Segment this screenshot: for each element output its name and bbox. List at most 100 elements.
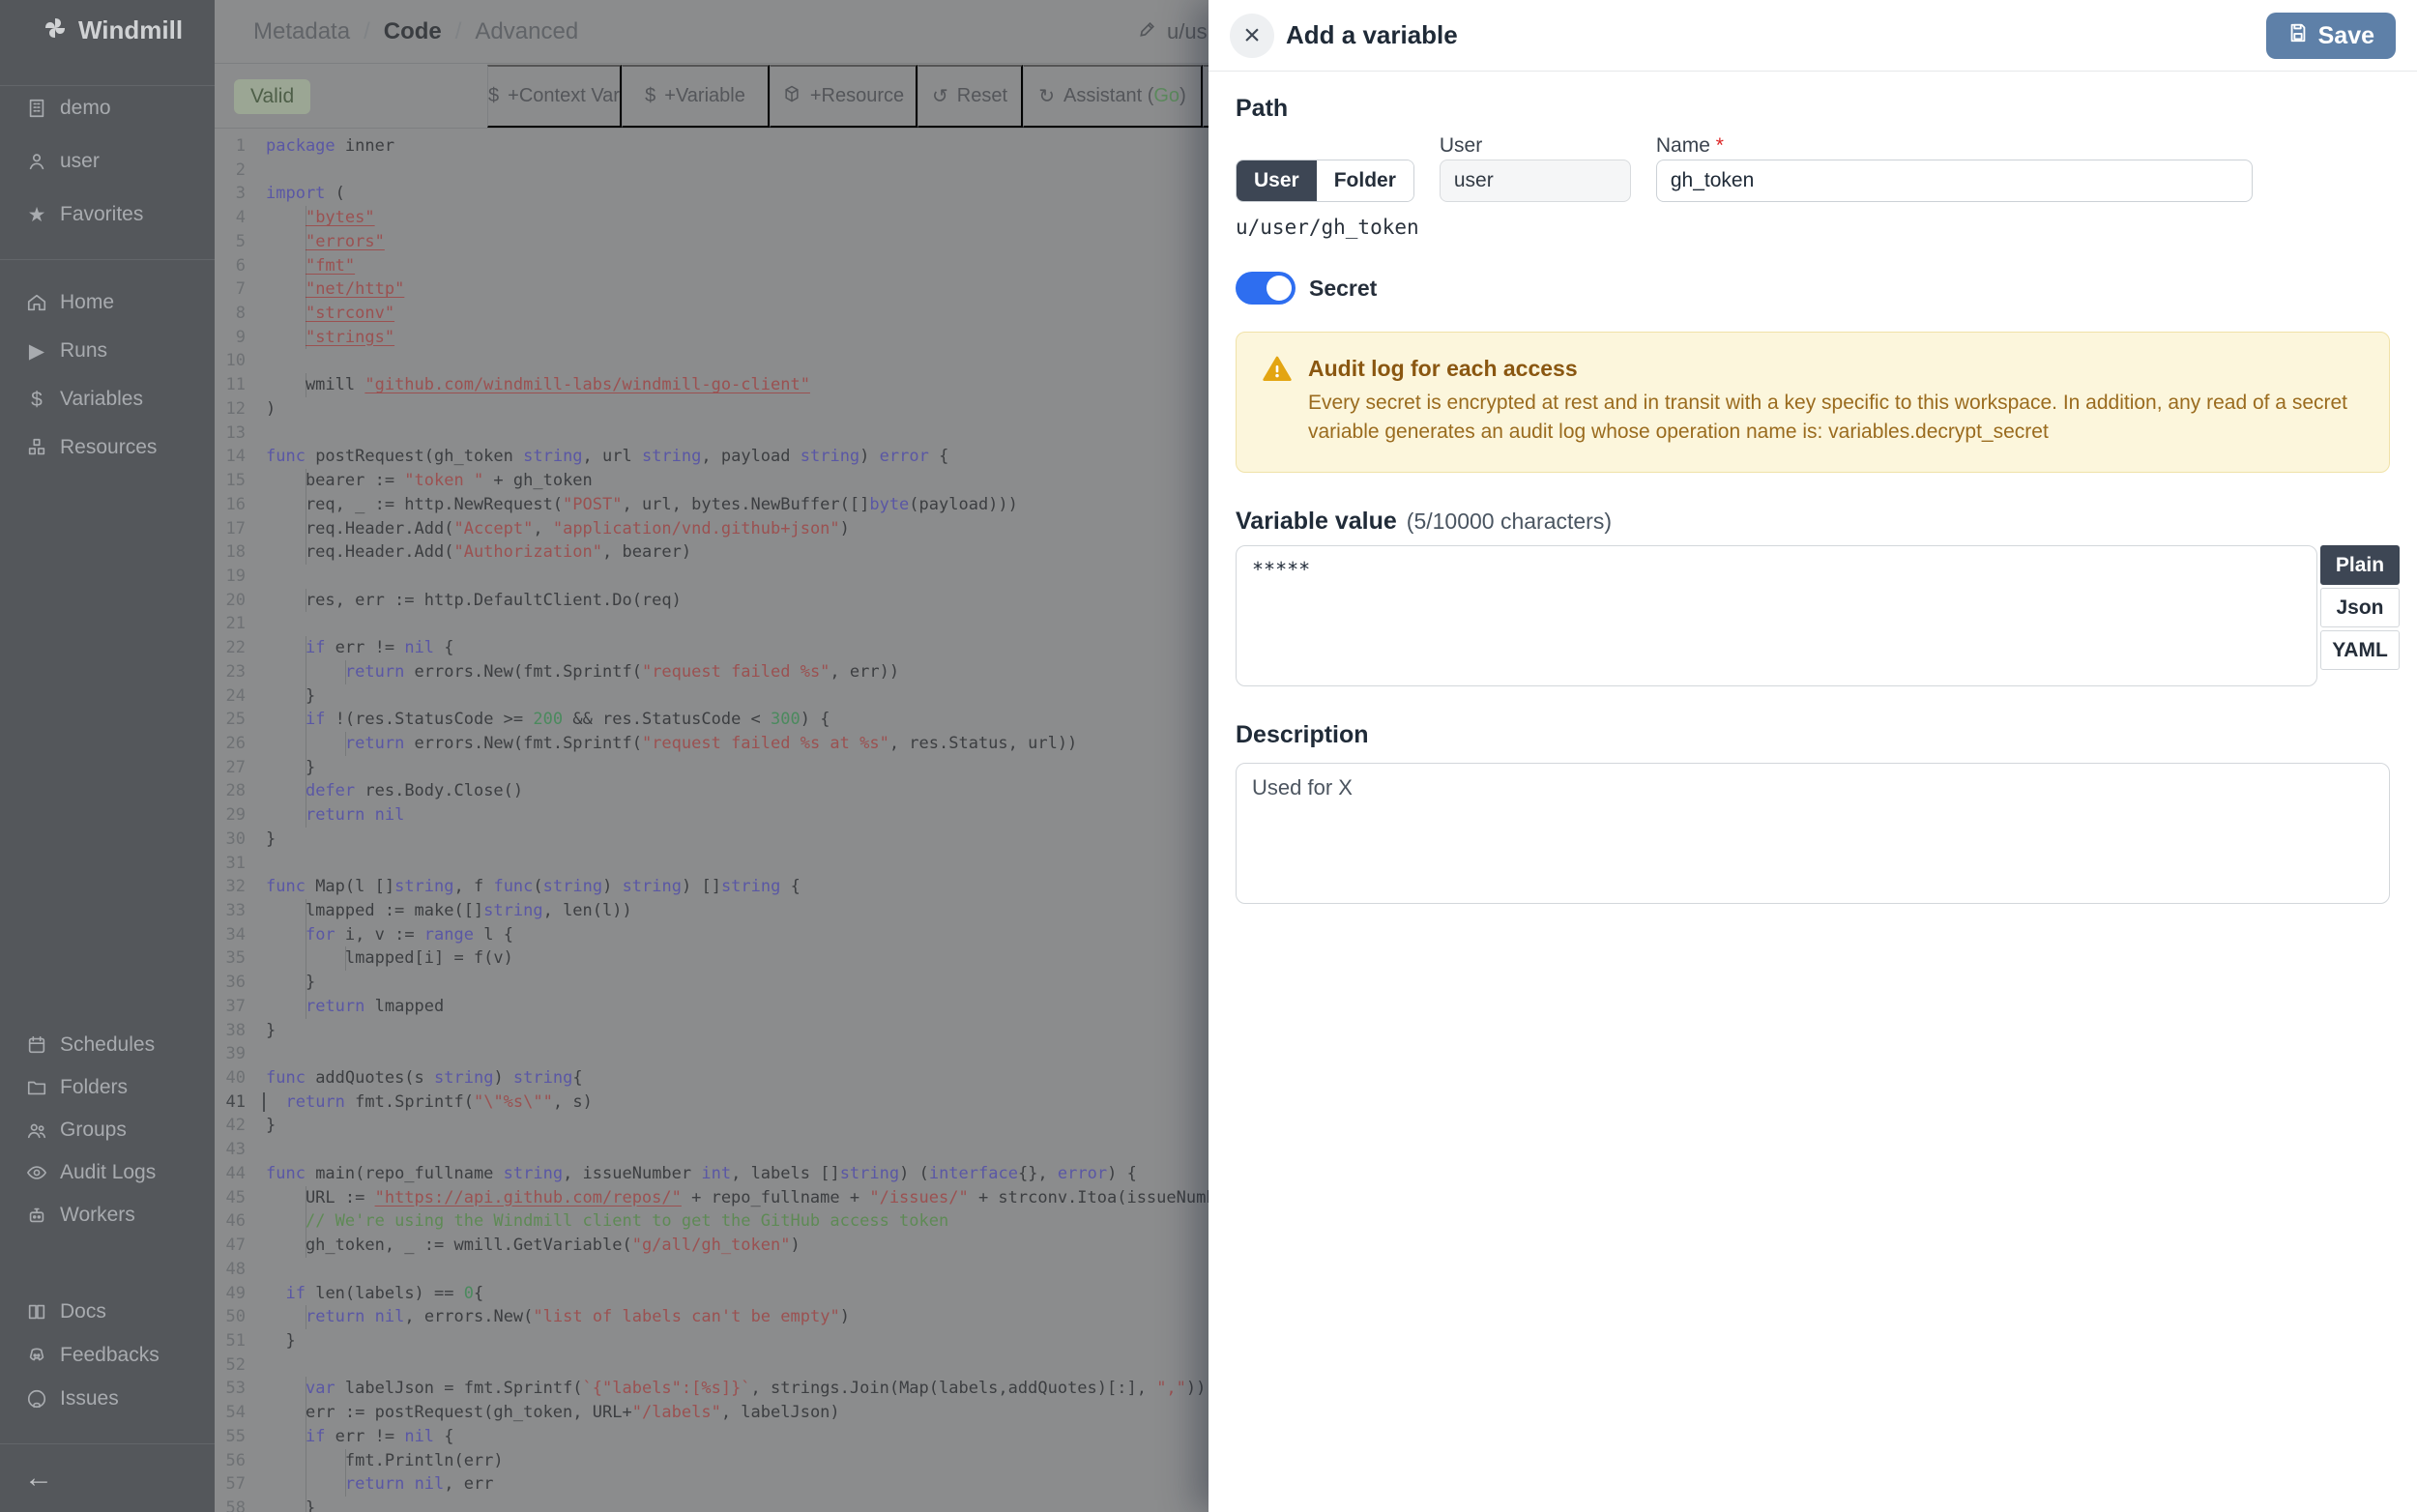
name-input[interactable] xyxy=(1656,160,2253,202)
arrow-left-icon: ← xyxy=(24,1462,53,1495)
code-text: return errors.New(fmt.Sprintf("request f… xyxy=(266,732,1077,756)
code-line: 28 defer res.Body.Close() xyxy=(215,779,1208,803)
sidebar-item-audit-logs[interactable]: Audit Logs xyxy=(0,1153,215,1192)
github-icon xyxy=(25,1387,48,1410)
owner-option-user[interactable]: User xyxy=(1237,160,1317,201)
code-line: 23 return errors.New(fmt.Sprintf("reques… xyxy=(215,660,1208,684)
robot-icon xyxy=(25,1204,48,1227)
toolbar-button-label: Assistant (Go) xyxy=(1063,85,1186,107)
code-text: req.Header.Add("Authorization", bearer) xyxy=(266,540,691,565)
divider xyxy=(0,85,215,86)
sidebar-item-docs[interactable]: Docs xyxy=(0,1293,215,1331)
sidebar-item-groups[interactable]: Groups xyxy=(0,1111,215,1149)
format-yaml-button[interactable]: YAML xyxy=(2320,630,2400,670)
tab-advanced[interactable]: Advanced xyxy=(475,18,578,45)
script-path[interactable]: u/us xyxy=(1138,0,1208,64)
tab-metadata[interactable]: Metadata xyxy=(253,18,350,45)
calendar-icon xyxy=(25,1033,48,1057)
line-number: 4 xyxy=(215,206,246,230)
sidebar-item-issues[interactable]: Issues xyxy=(0,1380,215,1418)
sidebar-item-folders[interactable]: Folders xyxy=(0,1068,215,1107)
secret-toggle-label: Secret xyxy=(1309,276,1377,302)
add-variable-drawer: × Add a variable Save Path UserFolder Us… xyxy=(1208,0,2417,1512)
owner-input[interactable] xyxy=(1440,160,1631,202)
owner-option-folder[interactable]: Folder xyxy=(1317,160,1413,201)
line-number: 20 xyxy=(215,589,246,613)
line-number: 11 xyxy=(215,373,246,397)
+context-var-button[interactable]: $+Context Var xyxy=(487,65,622,128)
indent-guide xyxy=(345,732,346,756)
secret-toggle[interactable] xyxy=(1236,272,1296,305)
code-line: 26 return errors.New(fmt.Sprintf("reques… xyxy=(215,732,1208,756)
save-button[interactable]: Save xyxy=(2266,13,2396,59)
sidebar-item-variables[interactable]: $Variables xyxy=(0,378,215,421)
code-line: 20 res, err := http.DefaultClient.Do(req… xyxy=(215,589,1208,613)
code-editor[interactable]: 1package inner23import (4 "bytes"5 "erro… xyxy=(215,130,1208,1512)
assistant-go-button[interactable]: ↻ Assistant (Go) xyxy=(1023,65,1203,128)
collapse-sidebar-button[interactable]: ← xyxy=(24,1456,53,1500)
refresh-icon: ↻ xyxy=(1038,84,1055,108)
sidebar-item-schedules[interactable]: Schedules xyxy=(0,1026,215,1064)
+resource-button[interactable]: +Resource xyxy=(770,65,917,128)
warning-title: Audit log for each access xyxy=(1308,356,1578,382)
line-number: 38 xyxy=(215,1019,246,1043)
sidebar-item-workers[interactable]: Workers xyxy=(0,1196,215,1235)
drawer-body: Path UserFolder User Name * u/user/gh_to… xyxy=(1208,72,2417,1512)
sidebar-item-favorites[interactable]: ★Favorites xyxy=(0,193,215,236)
code-text: wmill "github.com/windmill-labs/windmill… xyxy=(266,373,810,397)
code-line: 13 xyxy=(215,422,1208,446)
code-line: 48 xyxy=(215,1258,1208,1282)
description-textarea[interactable]: Used for X xyxy=(1236,763,2390,904)
line-number: 43 xyxy=(215,1138,246,1162)
app-logo[interactable]: Windmill xyxy=(44,15,183,45)
eye-icon xyxy=(25,1161,48,1184)
code-line: 37 return lmapped xyxy=(215,995,1208,1019)
code-line: 55 if err != nil { xyxy=(215,1425,1208,1449)
code-text: URL := "https://api.github.com/repos/" +… xyxy=(266,1186,1208,1210)
sidebar-item-home[interactable]: Home xyxy=(0,281,215,324)
line-number: 39 xyxy=(215,1042,246,1066)
format-plain-button[interactable]: Plain xyxy=(2320,545,2400,585)
code-line: 16 req, _ := http.NewRequest("POST", url… xyxy=(215,493,1208,517)
sidebar-item-runs[interactable]: ▶Runs xyxy=(0,330,215,372)
valid-status-badge: Valid xyxy=(234,79,310,114)
close-button[interactable]: × xyxy=(1230,14,1274,58)
+variable-button[interactable]: $+Variable xyxy=(622,65,770,128)
owner-field: User xyxy=(1440,134,1631,202)
code-line: 41 return fmt.Sprintf("\"%s\"", s) xyxy=(215,1090,1208,1115)
line-number: 51 xyxy=(215,1329,246,1353)
code-text: "strings" xyxy=(266,326,394,350)
editor-pane: Metadata/Code/Advanced u/us Valid $+Cont… xyxy=(215,0,1208,1512)
sidebar-item-user[interactable]: user xyxy=(0,140,215,183)
dimmed-background: Windmill demo user ★Favorites Home ▶Runs $Va… xyxy=(0,0,1208,1512)
code-line: 44func main(repo_fullname string, issueN… xyxy=(215,1162,1208,1186)
sidebar-item-resources[interactable]: Resources xyxy=(0,426,215,469)
variable-value-textarea[interactable]: ***** xyxy=(1236,545,2317,686)
drawer-title: Add a variable xyxy=(1286,20,1458,50)
name-field-label: Name * xyxy=(1656,134,2253,160)
cube-icon xyxy=(782,84,801,109)
line-number: 2 xyxy=(215,159,246,183)
sidebar-item-feedbacks[interactable]: Feedbacks xyxy=(0,1336,215,1375)
sidebar-item-label: Variables xyxy=(60,388,143,411)
tab-code[interactable]: Code xyxy=(384,18,442,45)
owner-kind-toggle: UserFolder xyxy=(1236,160,1414,202)
format-json-button[interactable]: Json xyxy=(2320,588,2400,627)
warning-triangle-icon xyxy=(1262,354,1293,385)
code-text: "bytes" xyxy=(266,206,375,230)
code-line: 3import ( xyxy=(215,182,1208,206)
code-line: 53 var labelJson = fmt.Sprintf(`{"labels… xyxy=(215,1377,1208,1401)
code-line: 43 xyxy=(215,1138,1208,1162)
line-number: 45 xyxy=(215,1186,246,1210)
line-number: 1 xyxy=(215,134,246,159)
sidebar-item-demo[interactable]: demo xyxy=(0,87,215,130)
code-line: 30} xyxy=(215,828,1208,852)
line-number: 31 xyxy=(215,852,246,876)
indent-guide xyxy=(345,1472,346,1497)
line-number: 32 xyxy=(215,875,246,899)
close-icon: × xyxy=(1243,21,1261,50)
reset-button[interactable]: ↺Reset xyxy=(917,65,1023,128)
code-line: 22 if err != nil { xyxy=(215,636,1208,660)
book-icon xyxy=(25,1300,48,1323)
discord-icon xyxy=(25,1344,48,1367)
